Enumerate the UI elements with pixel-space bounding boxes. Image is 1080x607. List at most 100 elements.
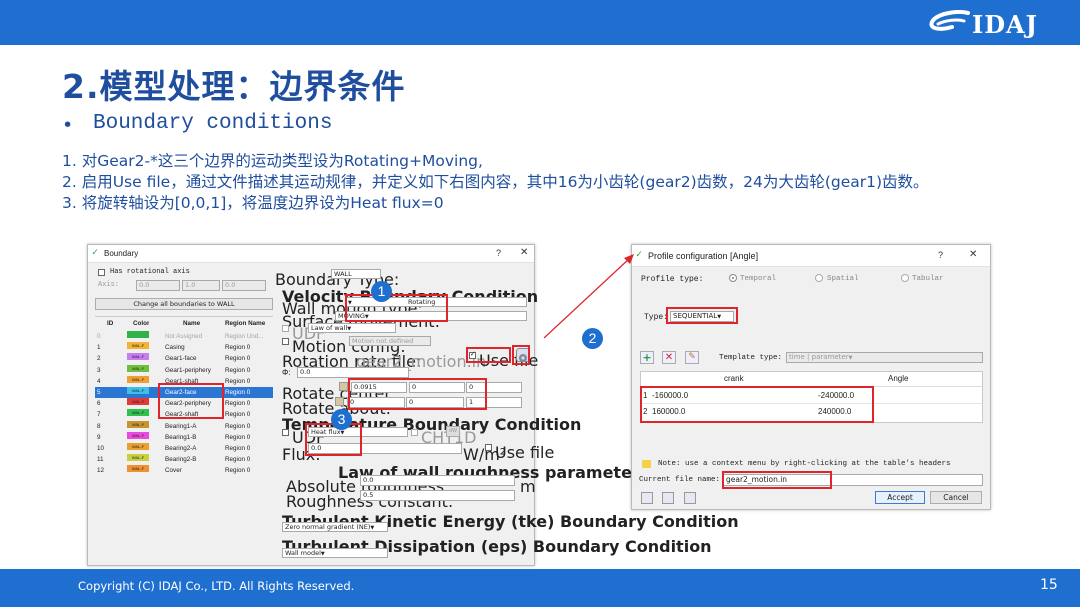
cell-crank-2[interactable]: 160000.0 bbox=[652, 407, 685, 416]
boundary-type-select[interactable]: WALL bbox=[331, 269, 381, 279]
profile-table: crank Angle 1 -160000.0 -240000.0 2 1600… bbox=[640, 371, 983, 423]
open-icon[interactable] bbox=[662, 492, 674, 504]
table-row[interactable]: 10 WAL-F Bearing2-A Region 0 bbox=[95, 442, 273, 454]
clear-icon[interactable]: ✎ bbox=[685, 351, 699, 364]
temperature-type-select[interactable]: Heat flux ▼ bbox=[308, 427, 408, 437]
help-button[interactable]: ? bbox=[938, 250, 943, 260]
check-icon: ✓ bbox=[92, 248, 99, 259]
row-id: 4 bbox=[97, 377, 101, 385]
type-select[interactable]: SEQUENTIAL ▼ bbox=[670, 311, 734, 322]
current-file-field[interactable]: gear2_motion.in bbox=[723, 474, 983, 486]
table-row[interactable]: 8 WAL-F Bearing1-A Region 0 bbox=[95, 420, 273, 432]
import-icon[interactable] bbox=[641, 492, 653, 504]
delete-icon[interactable]: ✕ bbox=[662, 351, 676, 364]
table-row[interactable]: 9 WAL-F Bearing1-B Region 0 bbox=[95, 431, 273, 443]
motion-config-checkbox[interactable] bbox=[282, 338, 289, 345]
tke-select[interactable]: Zero normal gradient (NE) ▼ bbox=[282, 522, 388, 532]
abs-roughness-unit: m bbox=[520, 477, 536, 496]
change-all-walls-button[interactable]: Change all boundaries to WALL bbox=[95, 298, 273, 310]
table-row[interactable]: 0 Not Assigned Region Und... bbox=[95, 331, 273, 342]
col-color[interactable]: Color bbox=[133, 317, 149, 330]
col-crank[interactable]: crank bbox=[724, 374, 744, 383]
row-id: 10 bbox=[97, 444, 105, 452]
step-item-2: 2. 启用Use file，通过文件描述其运动规律，并定义如下右图内容，其中16… bbox=[62, 173, 929, 191]
phi-field[interactable]: 0.0 bbox=[297, 367, 409, 378]
flux-use-file-checkbox[interactable] bbox=[485, 444, 492, 451]
table-row[interactable]: 4 WAL-F Gear1-shaft Region 0 bbox=[95, 375, 273, 387]
template-type-select[interactable]: time | parameter ▼ bbox=[786, 352, 983, 363]
accept-button[interactable]: Accept bbox=[875, 491, 925, 504]
color-swatch: WAL-F bbox=[127, 409, 149, 417]
rotate-about-x[interactable]: 0 bbox=[347, 397, 405, 408]
table-row[interactable]: 1 WAL-F Casing Region 0 bbox=[95, 342, 273, 353]
roughness-constant-field[interactable]: 0.5 bbox=[360, 490, 515, 501]
col-angle[interactable]: Angle bbox=[888, 374, 908, 383]
col-id[interactable]: ID bbox=[107, 317, 113, 330]
cell-crank-1[interactable]: -160000.0 bbox=[652, 391, 688, 400]
close-icon[interactable]: ✕ bbox=[520, 247, 528, 258]
cht1d-settings-icon[interactable]: dW bbox=[446, 426, 460, 437]
cht1d-checkbox[interactable] bbox=[411, 429, 418, 436]
udf-checkbox[interactable] bbox=[282, 325, 289, 332]
row-divider bbox=[641, 403, 982, 404]
phi-label: Φ: bbox=[282, 368, 291, 377]
motion-config-select[interactable]: Motion not defined bbox=[349, 336, 431, 346]
flux-use-file-label: Use file bbox=[495, 443, 555, 462]
type-value: SEQUENTIAL bbox=[673, 312, 718, 320]
col-region[interactable]: Region Name bbox=[225, 317, 265, 330]
row-id: 2 bbox=[97, 355, 101, 363]
rotate-center-z[interactable]: 0 bbox=[466, 382, 522, 393]
rotate-center-x[interactable]: 0.0915 bbox=[351, 382, 407, 393]
radio-temporal[interactable] bbox=[729, 274, 737, 282]
row-region: Region Und... bbox=[225, 333, 264, 340]
axis-y-field[interactable]: 1.0 bbox=[182, 280, 220, 291]
col-name[interactable]: Name bbox=[183, 317, 200, 330]
cell-angle-1[interactable]: -240000.0 bbox=[818, 391, 854, 400]
table-row[interactable]: 3 WAL-F Gear1-periphery Region 0 bbox=[95, 364, 273, 376]
law-of-wall-select[interactable]: Law of wall ▼ bbox=[308, 323, 396, 333]
cell-angle-2[interactable]: 240000.0 bbox=[818, 407, 851, 416]
table-row[interactable]: 12 WAL-F Cover Region 0 bbox=[95, 465, 273, 476]
table-row[interactable]: 11 WAL-F Bearing2-B Region 0 bbox=[95, 454, 273, 465]
add-icon[interactable]: + bbox=[640, 351, 654, 364]
file-browse-icon[interactable] bbox=[516, 348, 530, 362]
radio-spatial[interactable] bbox=[815, 274, 823, 282]
color-swatch: WAL-F bbox=[127, 442, 149, 450]
cancel-button[interactable]: Cancel bbox=[930, 491, 982, 504]
eps-select[interactable]: Wall model ▼ bbox=[282, 548, 388, 558]
table-row[interactable]: 5 WAL-F Gear2-face Region 0 bbox=[95, 386, 273, 399]
pick-axis-icon[interactable] bbox=[335, 397, 344, 406]
table-row[interactable]: 2 WAL-F Gear1-face Region 0 bbox=[95, 353, 273, 364]
bullet-dot: • bbox=[62, 114, 74, 136]
axis-x-field[interactable]: 0.0 bbox=[136, 280, 180, 291]
close-icon[interactable]: ✕ bbox=[969, 249, 977, 260]
help-button[interactable]: ? bbox=[496, 248, 501, 258]
color-swatch: WAL-F bbox=[127, 398, 149, 406]
has-rotational-axis-checkbox[interactable] bbox=[98, 269, 105, 276]
radio-tabular[interactable] bbox=[901, 274, 909, 282]
rotate-center-y[interactable]: 0 bbox=[409, 382, 465, 393]
surface-movement-select[interactable]: MOVING ▼ bbox=[335, 311, 527, 321]
row-region: Region 0 bbox=[225, 422, 251, 430]
color-swatch: WAL-F bbox=[127, 420, 149, 428]
type-label: Type: bbox=[644, 313, 669, 322]
color-swatch: WAL-F bbox=[127, 364, 149, 372]
chevron-down-icon: ▼ bbox=[348, 300, 352, 306]
row-id: 11 bbox=[97, 456, 104, 464]
temp-udf-checkbox[interactable] bbox=[282, 429, 289, 436]
profile-dialog-title: Profile configuration [Angle] bbox=[648, 251, 759, 261]
table-row[interactable]: 6 WAL-F Gear2-periphery Region 0 bbox=[95, 398, 273, 409]
flux-field[interactable]: 0.0 bbox=[308, 443, 462, 454]
chevron-down-icon: ▼ bbox=[848, 355, 853, 361]
use-file-checkbox[interactable] bbox=[469, 350, 476, 359]
table-row[interactable]: 7 WAL-F Gear2-shaft Region 0 bbox=[95, 409, 273, 420]
logo-text: IDAJ bbox=[972, 10, 1039, 39]
axis-z-field[interactable]: 0.0 bbox=[222, 280, 266, 291]
abs-roughness-field[interactable]: 0.0 bbox=[360, 475, 515, 486]
wall-motion-select[interactable]: Rotating ▼ bbox=[345, 297, 527, 307]
pick-point-icon[interactable] bbox=[339, 382, 348, 391]
rotate-about-y[interactable]: 0 bbox=[406, 397, 464, 408]
chevron-down-icon: ▼ bbox=[347, 326, 352, 332]
rotate-about-z[interactable]: 1 bbox=[466, 397, 522, 408]
image-icon[interactable] bbox=[684, 492, 696, 504]
